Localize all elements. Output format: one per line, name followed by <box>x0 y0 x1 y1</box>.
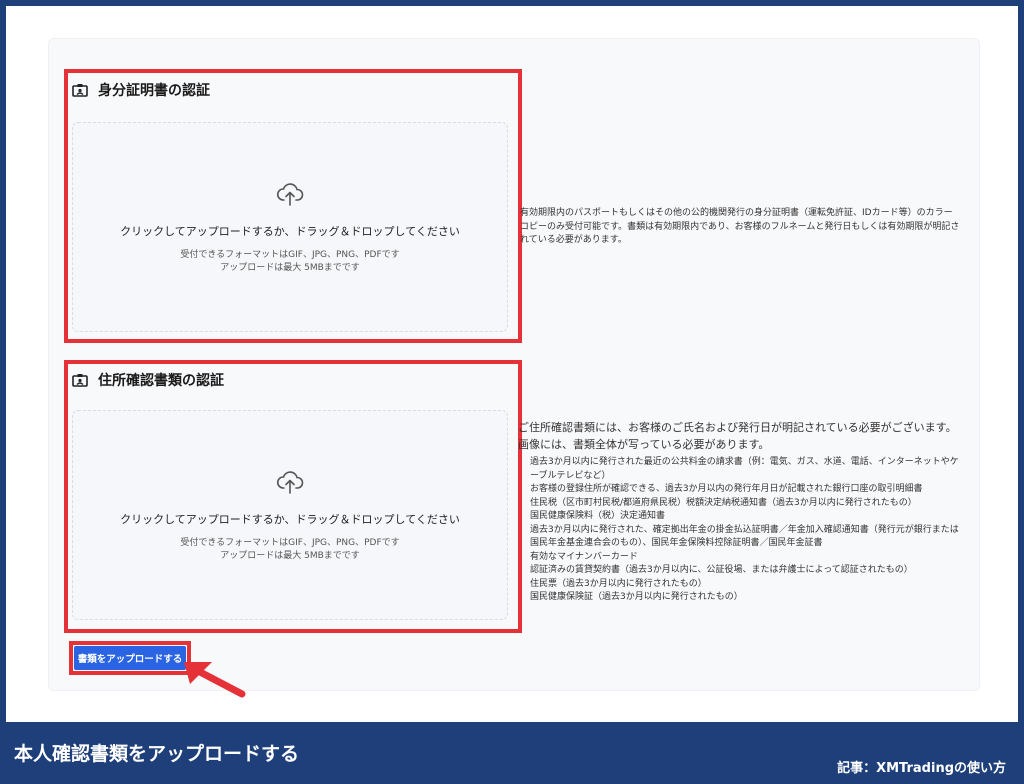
address-document-list: 過去3か月以内に発行された最近の公共料金の請求書（例：電気、ガス、水道、電話、イ… <box>530 456 962 605</box>
list-item: 認証済みの賃貸契約書（過去3か月以内に、公証役場、または弁護士によって認証された… <box>530 565 913 575</box>
upload-documents-button[interactable]: 書類をアップロードする <box>74 646 186 670</box>
list-item: 有効なマイナンバーカード <box>530 551 638 562</box>
caption-title: 本人確認書類をアップロードする <box>14 743 300 765</box>
caption-source: 記事：XMTradingの使い方 <box>837 761 1006 776</box>
list-item: 国民健康保険料（税）決定通知書 <box>530 511 666 521</box>
identity-highlight-box <box>64 69 522 343</box>
identity-description: 有効期限内のパスポートもしくはその他の公的機関発行の身分証明書（運転免許証、ID… <box>520 208 960 245</box>
list-item: 国民健康保険証（過去3か月以内に発行されたもの） <box>530 592 743 602</box>
address-highlight-box <box>64 360 522 633</box>
list-item: 住民税（区市町村民税/都道府県民税）税額決定納税通知書（過去3か月以内に発行され… <box>530 497 917 508</box>
list-item: お客様の登録住所が確認できる、過去3か月以内の発行年月日が記載された銀行口座の取… <box>530 484 923 494</box>
list-item: 過去3か月以内に発行された、確定拠出年金の掛金払込証明書／年金加入確認通知書（発… <box>530 524 959 549</box>
address-description: ご住所確認書類には、お客様のご氏名および発行日が明記されている必要がございます。… <box>518 421 957 452</box>
pointer-arrow-icon <box>184 662 246 698</box>
list-item: 過去3か月以内に発行された最近の公共料金の請求書（例：電気、ガス、水道、電話、イ… <box>530 457 959 481</box>
list-item: 住民票（過去3か月以内に発行されたもの） <box>530 578 707 589</box>
